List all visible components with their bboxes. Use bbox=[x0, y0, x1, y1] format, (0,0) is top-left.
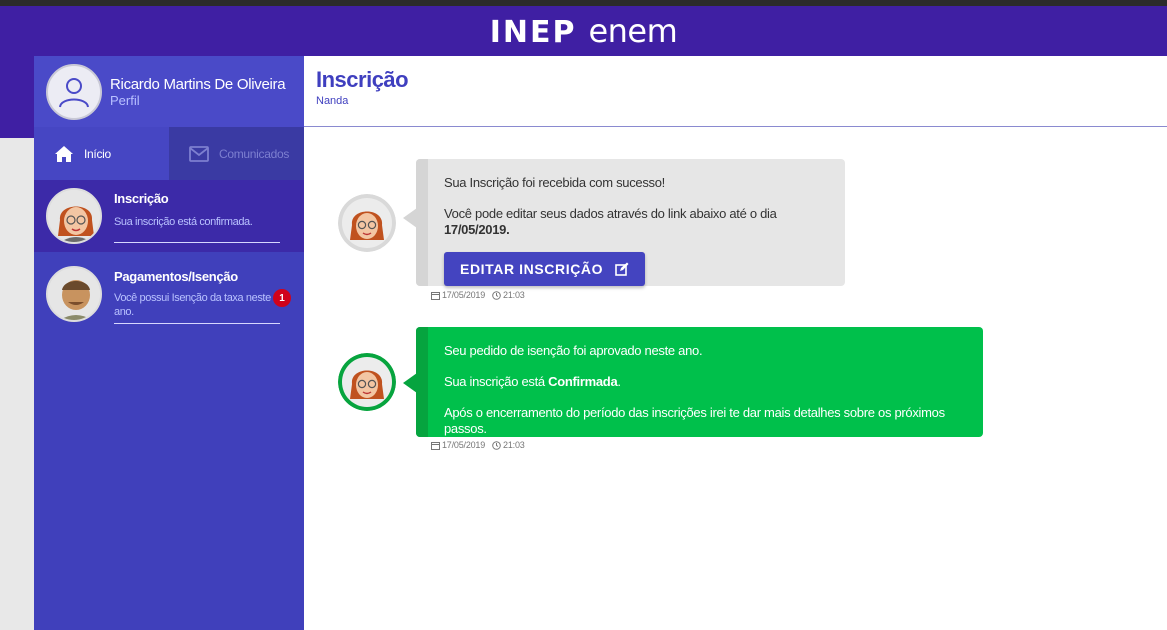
message-date: 17/05/2019 bbox=[442, 440, 486, 450]
envelope-icon bbox=[189, 145, 209, 162]
message-time: 21:03 bbox=[503, 290, 525, 300]
unread-badge: 1 bbox=[273, 289, 291, 307]
conversation-title: Inscrição bbox=[114, 191, 169, 206]
user-avatar-icon bbox=[46, 63, 102, 120]
tab-inicio[interactable]: Início bbox=[34, 127, 169, 180]
message-text: Sua Inscrição foi recebida com sucesso! bbox=[444, 175, 665, 190]
conversation-preview: Você possui Isenção da taxa neste ano. bbox=[114, 292, 271, 318]
nanda-avatar bbox=[46, 188, 102, 244]
conversation-title: Pagamentos/Isenção bbox=[114, 269, 238, 284]
page-title: Inscrição bbox=[316, 67, 409, 92]
conversation-pagamentos[interactable]: Pagamentos/Isenção Você possui Isenção d… bbox=[34, 252, 304, 334]
conversation-inscricao[interactable]: Inscrição Sua inscrição está confirmada. bbox=[34, 180, 304, 252]
conversation-preview: Sua inscrição está confirmada. bbox=[114, 216, 253, 228]
chat-header: Inscrição Nanda bbox=[304, 56, 1167, 127]
profile-name: Ricardo Martins De Oliveira bbox=[110, 75, 286, 93]
profile-header[interactable]: Ricardo Martins De Oliveira Perfil bbox=[34, 56, 304, 127]
inep-enem-logo: INEP enem bbox=[0, 12, 1167, 50]
message-date: 17/05/2019 bbox=[442, 290, 486, 300]
calendar-icon bbox=[431, 441, 440, 450]
divider bbox=[114, 242, 280, 243]
message-time: 21:03 bbox=[503, 440, 525, 450]
edit-inscription-button[interactable]: EDITAR INSCRIÇÃO bbox=[444, 252, 646, 286]
message-bubble: Sua Inscrição foi recebida com sucesso! … bbox=[416, 159, 845, 286]
sidebar-tabs: Início Comunicados bbox=[34, 127, 304, 180]
bubble-arrow bbox=[403, 373, 417, 393]
tab-comunicados[interactable]: Comunicados bbox=[169, 127, 304, 180]
assistant-man-avatar bbox=[46, 266, 102, 322]
message-bubble-success: Seu pedido de isenção foi aprovado neste… bbox=[416, 327, 983, 437]
message-text: Após o encerramento do período das inscr… bbox=[444, 405, 945, 436]
nanda-avatar bbox=[338, 353, 396, 411]
sidebar: Ricardo Martins De Oliveira Perfil Iníci… bbox=[34, 56, 304, 630]
calendar-icon bbox=[431, 291, 440, 300]
nanda-avatar bbox=[338, 194, 396, 252]
message-text: Sua inscrição está Confirmada. bbox=[444, 374, 621, 389]
logo-enem: enem bbox=[588, 12, 678, 50]
clock-icon bbox=[492, 290, 501, 300]
edit-icon bbox=[615, 262, 629, 276]
message-meta: 17/05/2019 21:03 bbox=[431, 290, 525, 300]
home-icon bbox=[54, 145, 74, 163]
chat-subtitle: Nanda bbox=[316, 95, 349, 107]
logo-inep: INEP bbox=[489, 15, 577, 50]
main-panel: Inscrição Nanda Sua Inscrição foi recebi… bbox=[304, 56, 1167, 630]
message-meta: 17/05/2019 21:03 bbox=[431, 440, 525, 450]
tab-comunicados-label: Comunicados bbox=[219, 146, 290, 161]
profile-link[interactable]: Perfil bbox=[110, 93, 285, 108]
bubble-arrow bbox=[403, 208, 417, 228]
tab-inicio-label: Início bbox=[84, 146, 111, 161]
clock-icon bbox=[492, 440, 501, 450]
message-text: Seu pedido de isenção foi aprovado neste… bbox=[444, 343, 703, 358]
edit-button-label: EDITAR INSCRIÇÃO bbox=[460, 261, 604, 277]
divider bbox=[114, 323, 280, 324]
message-text: Você pode editar seus dados através do l… bbox=[444, 206, 777, 237]
